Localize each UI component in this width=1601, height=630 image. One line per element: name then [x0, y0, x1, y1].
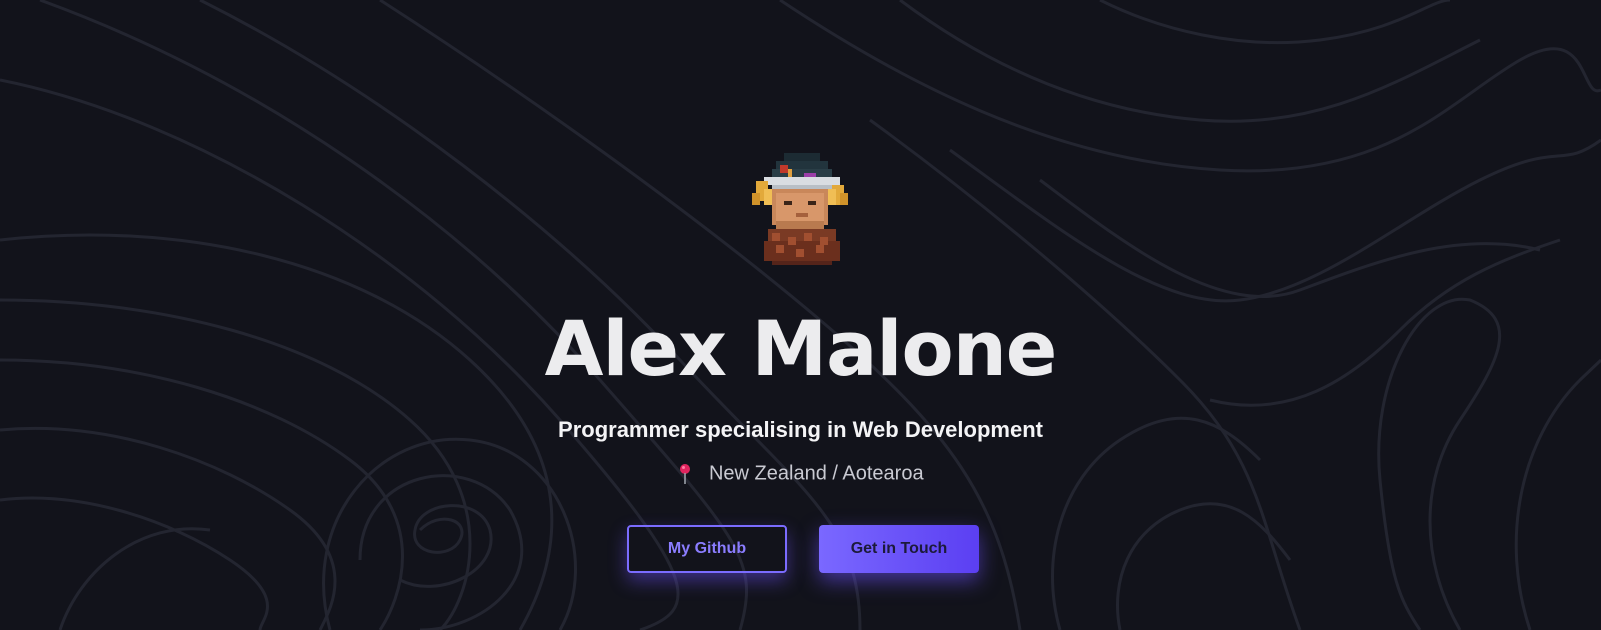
page-title: Alex Malone: [544, 304, 1058, 393]
tagline: Programmer specialising in Web Developme…: [558, 417, 1043, 442]
location-text: New Zealand / Aotearoa: [708, 462, 924, 485]
hero-section: Alex Malone Programmer specialising in W…: [0, 0, 1601, 630]
location: New Zealand / Aotearoa: [0, 459, 1601, 488]
github-button[interactable]: My Github: [627, 525, 787, 573]
landing-page: Alex Malone Programmer specialising in W…: [0, 0, 1601, 630]
get-in-touch-button[interactable]: Get in Touch: [819, 525, 979, 573]
avatar: [752, 153, 848, 265]
map-pin-icon: [680, 463, 691, 484]
